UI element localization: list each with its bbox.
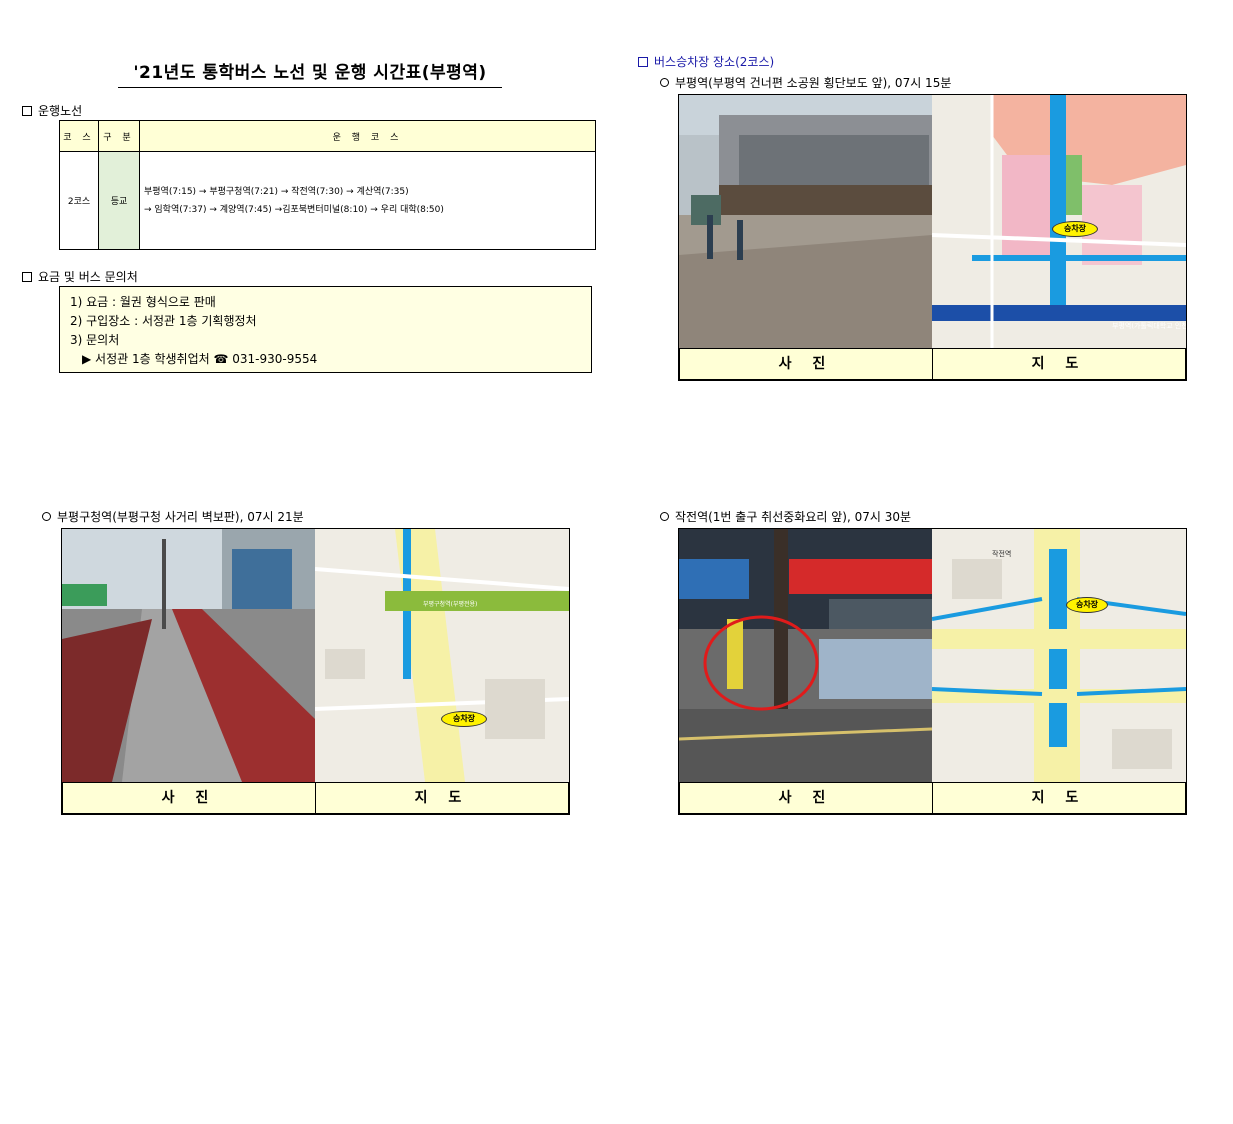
stop-3-map-image [932,529,1186,782]
stop-2-caption-map: 지 도 [315,782,569,814]
circle-bullet-icon [660,512,669,521]
stop-1-caption-photo: 사 진 [679,348,933,380]
square-bullet-icon [22,105,32,116]
stop-3-label: 작전역(1번 출구 취선중화요리 앞), 07시 30분 [660,508,911,525]
stop-3-map-pin: 승차장 [1066,597,1108,613]
course-cell: 2코스 [59,151,99,250]
stop-1-text: 부평역(부평역 건너편 소공원 횡단보도 앞), 07시 15분 [675,76,952,90]
route-line-1: 부평역(7:15) → 부평구청역(7:21) → 작전역(7:30) → 계산… [144,186,409,197]
stops-heading: 버스승차장 장소(2코스) [638,53,774,70]
route-line-2: → 임학역(7:37) → 계양역(7:45) →김포북변터미널(8:10) →… [144,204,444,215]
stop-2-map-image [315,529,569,782]
route-table: 코 스 구 분 운 행 코 스 2코스 등교 부평역(7:15) → 부평구청역… [59,120,596,250]
circle-bullet-icon [42,512,51,521]
stop-1-map-image [932,95,1186,348]
stop-2-map-pin: 승차장 [441,711,487,727]
route-cell: 부평역(7:15) → 부평구청역(7:21) → 작전역(7:30) → 계산… [139,151,596,250]
stop-1-map-station: 부평역(가톨릭대학교 인천성모) [1112,322,1186,330]
square-bullet-icon [22,271,32,282]
stops-heading-label: 버스승차장 장소(2코스) [654,55,775,69]
stop-3-text: 작전역(1번 출구 취선중화요리 앞), 07시 30분 [675,510,912,524]
fare-box: 1) 요금 : 월권 형식으로 판매 2) 구입장소 : 서정관 1층 기획행정… [59,286,592,373]
fare-heading: 요금 및 버스 문의처 [22,268,138,285]
header-type: 구 분 [98,120,140,152]
stop-3-caption-map: 지 도 [932,782,1186,814]
fare-item: ▶ 서정관 1층 학생취업처 ☎ 031-930-9554 [82,352,318,366]
stop-3-photo [679,529,932,782]
stop-2-map-station: 부평구청역(부평전용) [423,601,478,608]
stop-1-label: 부평역(부평역 건너편 소공원 횡단보도 앞), 07시 15분 [660,74,951,91]
stop-2-photo-image [62,529,315,782]
stop-3-photo-image [679,529,932,782]
stop-1-photo-image [679,95,932,348]
stop-1-map: 승차장 부평역(가톨릭대학교 인천성모) [932,95,1186,348]
fare-item: 2) 구입장소 : 서정관 1층 기획행정처 [70,314,257,328]
header-course: 코 스 [59,120,99,152]
stop-1-caption-map: 지 도 [932,348,1186,380]
square-bullet-icon [638,56,648,67]
stop-2-map: 승차장 부평구청역(부평전용) [315,529,569,782]
stop-1-map-pin: 승차장 [1052,221,1098,237]
fare-heading-label: 요금 및 버스 문의처 [38,270,138,284]
stop-3-map-station: 작전역 [992,550,1012,558]
stop-1-panel: 승차장 부평역(가톨릭대학교 인천성모) 사 진 지 도 [678,94,1187,381]
circle-bullet-icon [660,78,669,87]
stop-2-label: 부평구청역(부평구청 사거리 벽보판), 07시 21분 [42,508,304,525]
stop-3-panel: 승차장 작전역 사 진 지 도 [678,528,1187,815]
stop-3-caption-photo: 사 진 [679,782,933,814]
stop-2-text: 부평구청역(부평구청 사거리 벽보판), 07시 21분 [57,510,304,524]
route-heading-label: 운행노선 [38,104,83,118]
stop-1-photo [679,95,932,348]
page-title: '21년도 통학버스 노선 및 운행 시간표(부평역) [118,58,502,88]
header-route: 운 행 코 스 [139,120,596,152]
fare-item: 3) 문의처 [70,333,120,347]
stop-2-caption-photo: 사 진 [62,782,316,814]
stop-2-panel: 승차장 부평구청역(부평전용) 사 진 지 도 [61,528,570,815]
type-cell: 등교 [98,151,140,250]
fare-item: 1) 요금 : 월권 형식으로 판매 [70,295,216,309]
stop-3-map: 승차장 작전역 [932,529,1186,782]
stop-2-photo [62,529,315,782]
route-heading: 운행노선 [22,102,82,119]
